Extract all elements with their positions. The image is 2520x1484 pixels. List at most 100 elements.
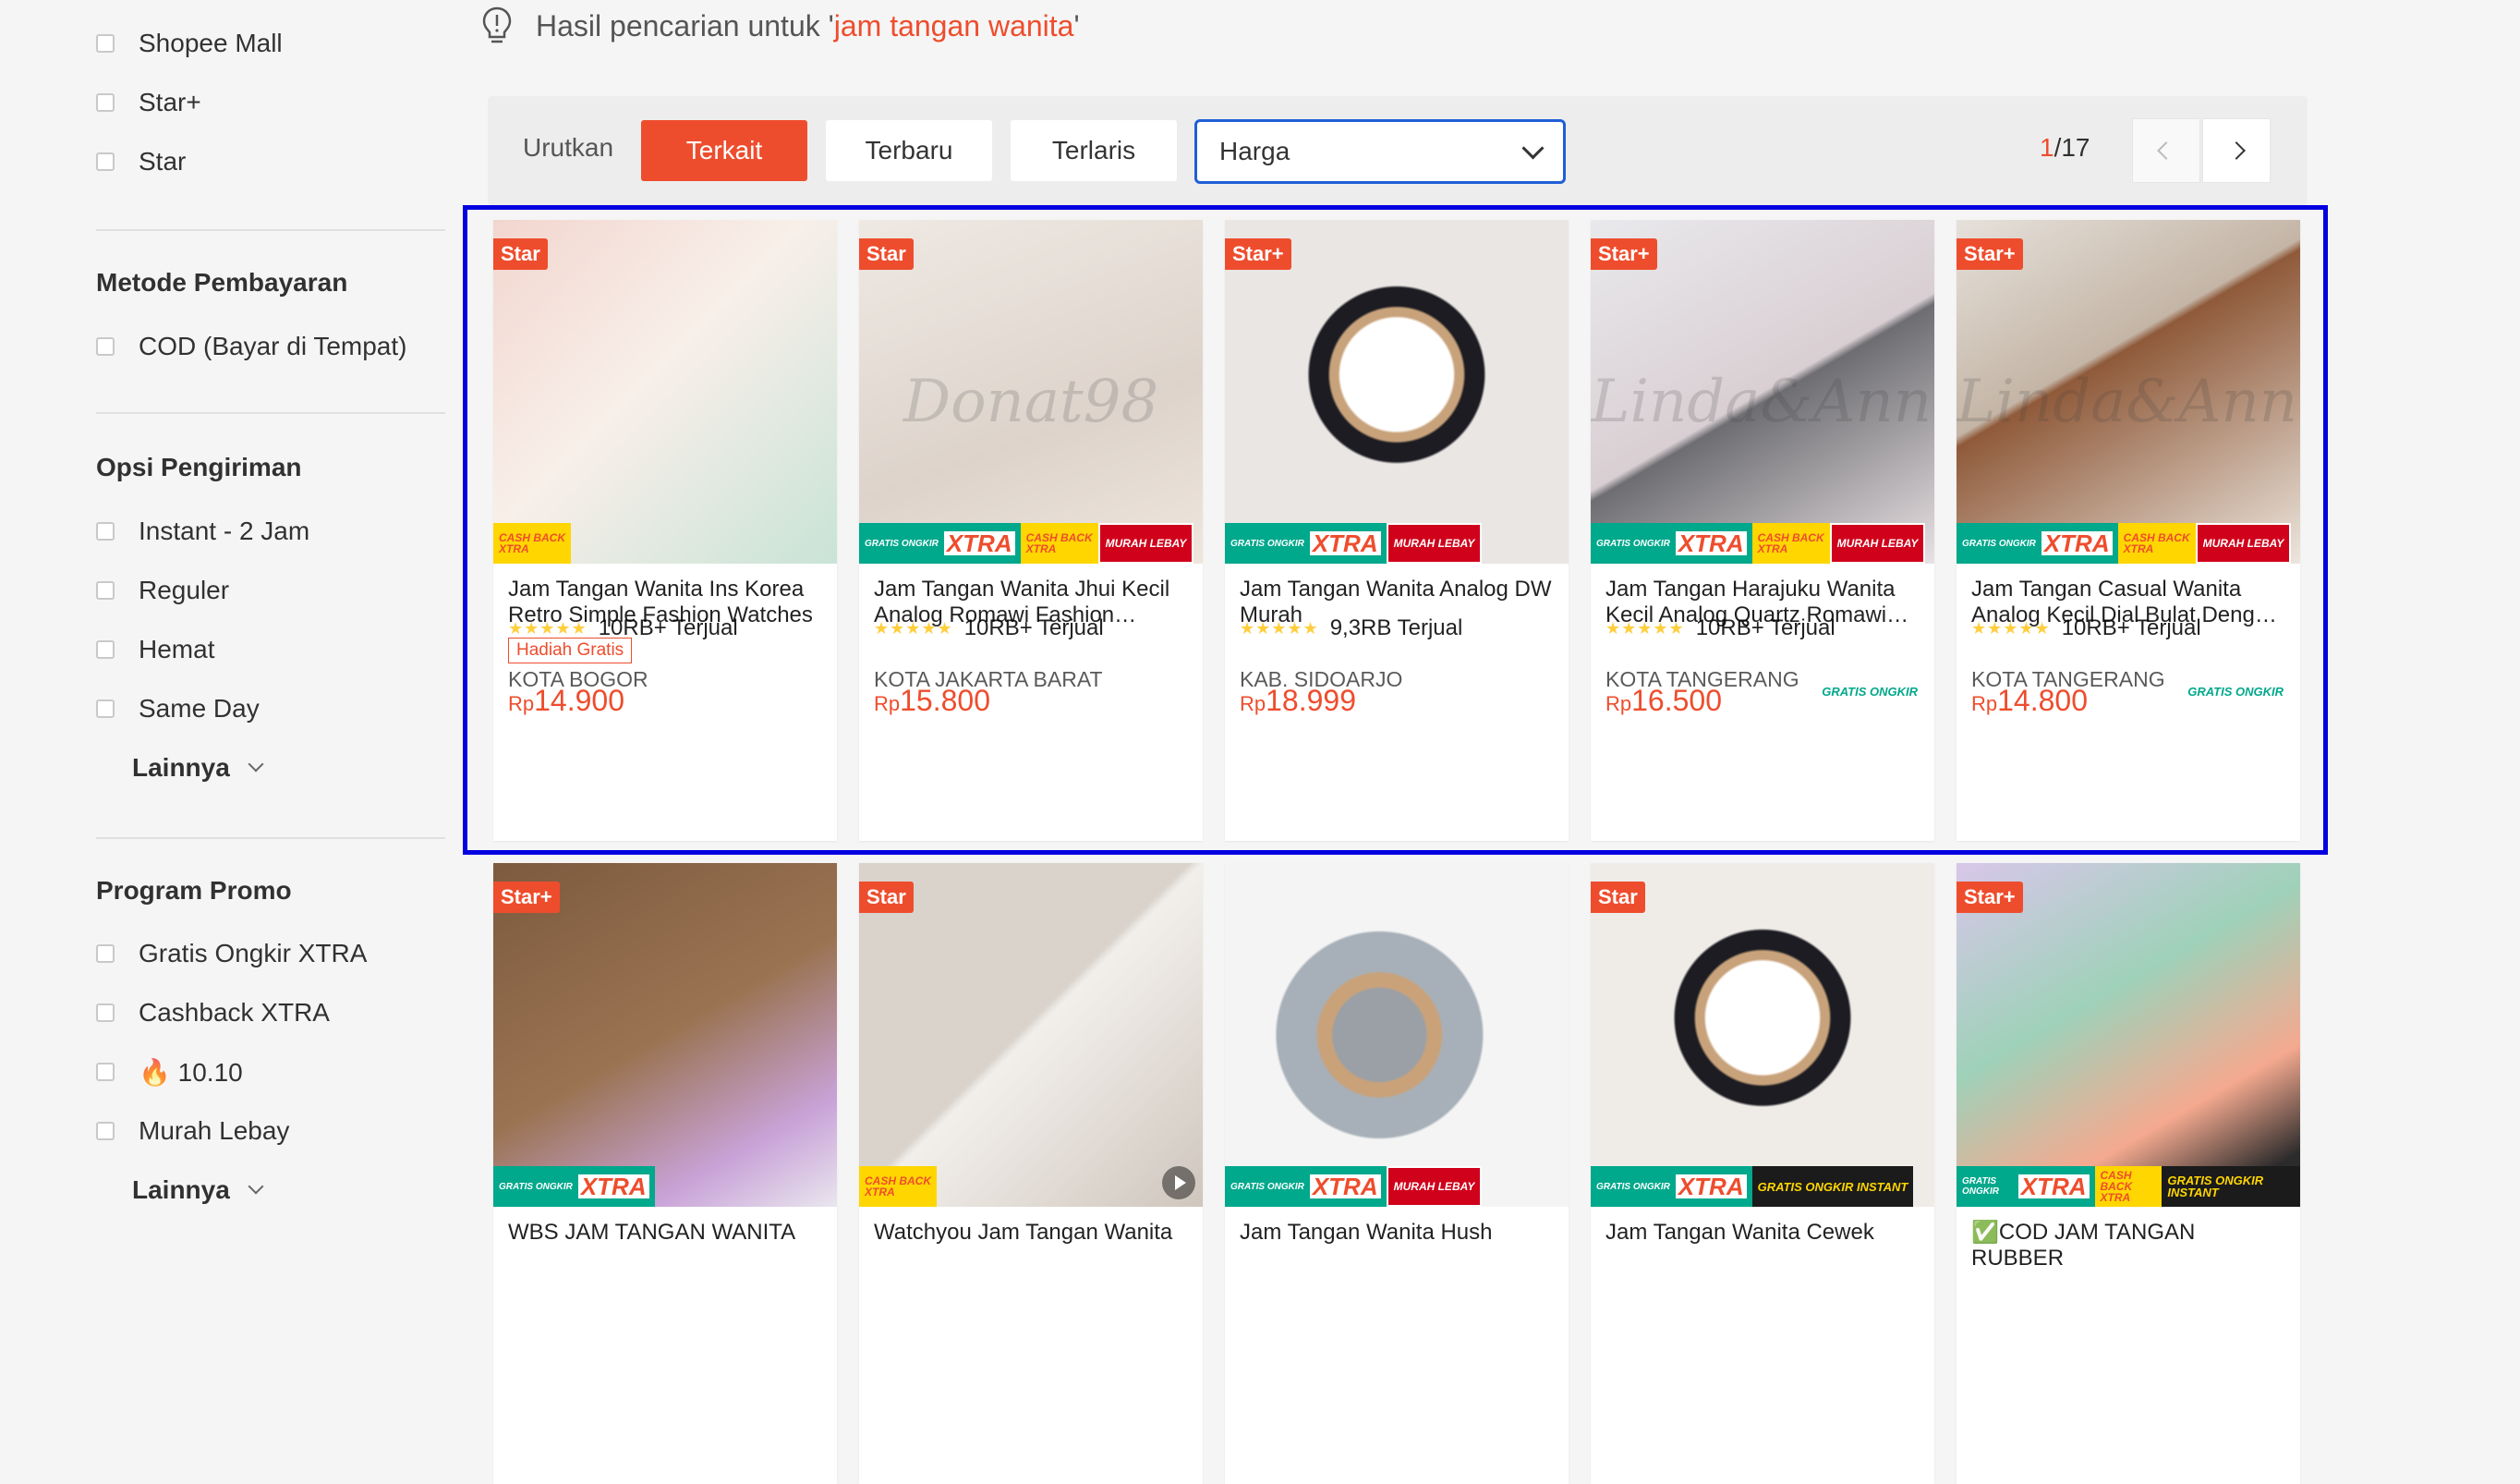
seller-badge: Star+ bbox=[1957, 882, 2023, 913]
promo-more-button[interactable]: Lainnya bbox=[132, 1175, 264, 1205]
promo-section-title: Program Promo bbox=[96, 876, 292, 905]
checkbox[interactable] bbox=[96, 34, 115, 53]
product-image[interactable]: Star CASH BACK XTRA bbox=[859, 863, 1203, 1207]
total-pages: /17 bbox=[2054, 133, 2090, 162]
filter-label: COD (Bayar di Tempat) bbox=[139, 332, 407, 360]
prev-page-button[interactable] bbox=[2132, 118, 2200, 183]
filter-instant[interactable]: Instant - 2 Jam bbox=[96, 513, 309, 550]
play-icon[interactable] bbox=[1162, 1166, 1195, 1199]
checkbox[interactable] bbox=[96, 581, 115, 600]
seller-badge: Star bbox=[1591, 882, 1645, 913]
sort-latest-button[interactable]: Terbaru bbox=[826, 120, 992, 181]
cashback-xtra-label: CASH BACK XTRA bbox=[2094, 1166, 2163, 1207]
filter-label: Gratis Ongkir XTRA bbox=[139, 939, 368, 967]
checkbox[interactable] bbox=[96, 944, 115, 963]
price-sort-select[interactable]: Harga bbox=[1194, 119, 1566, 184]
filter-gratis-ongkir-xtra[interactable]: Gratis Ongkir XTRA bbox=[96, 935, 367, 972]
product-card[interactable]: Star GRATIS ONGKIR XTRA GRATIS ONGKIR INSTA… bbox=[1591, 863, 1934, 1484]
currency-label: Rp bbox=[874, 692, 901, 715]
checkbox[interactable] bbox=[96, 640, 115, 659]
product-image[interactable]: Star Donat98 GRATIS ONGKIR XTRA CASH BACK XTR… bbox=[859, 220, 1203, 564]
product-card[interactable]: Star+ GRATIS ONGKIR XTRA WBS JAM TANGAN WAN… bbox=[493, 863, 837, 1484]
product-image[interactable]: Star+ Linda&Anne GRATIS ONGKIR XTRA CASH BAC… bbox=[1591, 220, 1934, 564]
product-image[interactable]: Star+ GRATIS ONGKIR XTRA CASH BACK XTRA GRATI… bbox=[1957, 863, 2300, 1207]
filter-reguler[interactable]: Reguler bbox=[96, 572, 229, 609]
checkbox[interactable] bbox=[96, 152, 115, 171]
product-image[interactable]: GRATIS ONGKIR XTRA MURAH LEBAY bbox=[1225, 863, 1569, 1207]
checkbox[interactable] bbox=[96, 337, 115, 356]
filter-cashback-xtra[interactable]: Cashback XTRA bbox=[96, 994, 330, 1031]
sort-relevance-button[interactable]: Terkait bbox=[641, 120, 807, 181]
product-image[interactable]: Star+ Linda&Anne GRATIS ONGKIR XTRA CASH BAC… bbox=[1957, 220, 2300, 564]
star-rating-icon: ★★★★★ bbox=[1971, 618, 2051, 638]
seller-badge: Star+ bbox=[1591, 238, 1657, 270]
filter-label: Instant - 2 Jam bbox=[139, 517, 310, 545]
product-card[interactable]: Star CASH BACK XTRA Jam Tangan Wanita Ins K… bbox=[493, 220, 837, 841]
more-label: Lainnya bbox=[132, 753, 230, 782]
product-image[interactable]: Star CASH BACK XTRA bbox=[493, 220, 837, 564]
gratis-ongkir-xtra-label: GRATIS ONGKIR XTRA bbox=[1225, 1166, 1387, 1207]
filter-sidebar: Shopee Mall Star+ Star Metode Pembayaran… bbox=[0, 0, 453, 1246]
divider bbox=[96, 229, 445, 231]
product-card[interactable]: GRATIS ONGKIR XTRA MURAH LEBAY Jam Tangan W… bbox=[1225, 863, 1569, 1484]
product-card[interactable]: Star+ GRATIS ONGKIR XTRA CASH BACK XTRA GRATI… bbox=[1957, 863, 2300, 1484]
more-label: Lainnya bbox=[132, 1175, 230, 1204]
chevron-right-icon bbox=[2227, 141, 2246, 160]
checkbox[interactable] bbox=[96, 699, 115, 718]
checkbox[interactable] bbox=[96, 1122, 115, 1140]
filter-10-10[interactable]: 🔥 10.10 bbox=[96, 1053, 243, 1090]
product-name[interactable]: WBS JAM TANGAN WANITA bbox=[508, 1220, 822, 1246]
search-result-heading: Hasil pencarian untuk ' jam tangan wanita… bbox=[480, 6, 1080, 46]
product-card[interactable]: Star CASH BACK XTRA Watchyou Jam Tangan Wan… bbox=[859, 863, 1203, 1484]
filter-hemat[interactable]: Hemat bbox=[96, 631, 214, 668]
promo-label-strip: GRATIS ONGKIR XTRA GRATIS ONGKIR INSTANT bbox=[1591, 1166, 1914, 1207]
filter-label: Star bbox=[139, 147, 187, 176]
product-name[interactable]: ✅COD JAM TANGAN RUBBER bbox=[1971, 1220, 2285, 1271]
gratis-ongkir-xtra-label: GRATIS ONGKIR XTRA bbox=[1225, 523, 1387, 564]
filter-star[interactable]: Star bbox=[96, 143, 186, 180]
product-card[interactable]: Star+ Linda&Anne GRATIS ONGKIR XTRA CASH BAC… bbox=[1591, 220, 1934, 841]
image-watermark: Linda&Anne bbox=[1591, 368, 1934, 436]
checkbox[interactable] bbox=[96, 93, 115, 112]
product-card[interactable]: Star Donat98 GRATIS ONGKIR XTRA CASH BACK XTR… bbox=[859, 220, 1203, 841]
rating-row: ★★★★★ 10RB+ Terjual bbox=[874, 615, 1104, 641]
filter-same-day[interactable]: Same Day bbox=[96, 690, 260, 727]
product-card[interactable]: Star+ GRATIS ONGKIR XTRA MURAH LEBAY Jam Tan… bbox=[1225, 220, 1569, 841]
cashback-xtra-label: CASH BACK XTRA bbox=[859, 1166, 937, 1207]
result-suffix: ' bbox=[1073, 8, 1080, 43]
seller-badge: Star bbox=[859, 238, 914, 270]
product-image[interactable]: Star+ GRATIS ONGKIR XTRA MURAH LEBAY bbox=[1225, 220, 1569, 564]
filter-shopee-mall[interactable]: Shopee Mall bbox=[96, 25, 283, 62]
next-page-button[interactable] bbox=[2202, 118, 2271, 183]
shop-location: KOTA TANGERANG bbox=[1605, 667, 1799, 691]
chevron-left-icon bbox=[2157, 141, 2175, 160]
chevron-down-icon bbox=[248, 756, 264, 772]
shipping-more-button[interactable]: Lainnya bbox=[132, 753, 264, 783]
product-name[interactable]: Jam Tangan Wanita Hush bbox=[1240, 1220, 1554, 1246]
currency-label: Rp bbox=[1971, 692, 1998, 715]
gratis-ongkir-icon: GRATIS ONGKIR bbox=[2187, 685, 2284, 699]
checkbox[interactable] bbox=[96, 522, 115, 541]
divider bbox=[96, 837, 445, 839]
checkbox[interactable] bbox=[96, 1063, 115, 1081]
gratis-ongkir-instant-label: GRATIS ONGKIR INSTANT bbox=[2162, 1166, 2300, 1207]
gratis-ongkir-instant-label: GRATIS ONGKIR INSTANT bbox=[1751, 1166, 1914, 1207]
product-image[interactable]: Star+ GRATIS ONGKIR XTRA bbox=[493, 863, 837, 1207]
filter-cod[interactable]: COD (Bayar di Tempat) bbox=[96, 328, 406, 365]
filter-murah-lebay[interactable]: Murah Lebay bbox=[96, 1113, 289, 1149]
sold-count: 10RB+ Terjual bbox=[2061, 615, 2201, 640]
promo-label-strip: GRATIS ONGKIR XTRA MURAH LEBAY bbox=[1225, 523, 1483, 564]
product-name[interactable]: Watchyou Jam Tangan Wanita bbox=[874, 1220, 1188, 1246]
gratis-ongkir-xtra-label: GRATIS ONGKIR XTRA bbox=[1591, 523, 1752, 564]
search-keyword: jam tangan wanita bbox=[833, 8, 1074, 43]
checkbox[interactable] bbox=[96, 1004, 115, 1022]
product-card[interactable]: Star+ Linda&Anne GRATIS ONGKIR XTRA CASH BAC… bbox=[1957, 220, 2300, 841]
filter-star-plus[interactable]: Star+ bbox=[96, 84, 201, 121]
filter-label: Star+ bbox=[139, 88, 201, 116]
product-name[interactable]: Jam Tangan Wanita Cewek bbox=[1605, 1220, 1920, 1246]
sold-count: 10RB+ Terjual bbox=[598, 615, 738, 640]
product-image[interactable]: Star GRATIS ONGKIR XTRA GRATIS ONGKIR INSTA… bbox=[1591, 863, 1934, 1207]
murah-lebay-label: MURAH LEBAY bbox=[1386, 523, 1483, 564]
gratis-ongkir-xtra-label: GRATIS ONGKIR XTRA bbox=[1957, 1166, 2095, 1207]
sort-top-sales-button[interactable]: Terlaris bbox=[1011, 120, 1177, 181]
